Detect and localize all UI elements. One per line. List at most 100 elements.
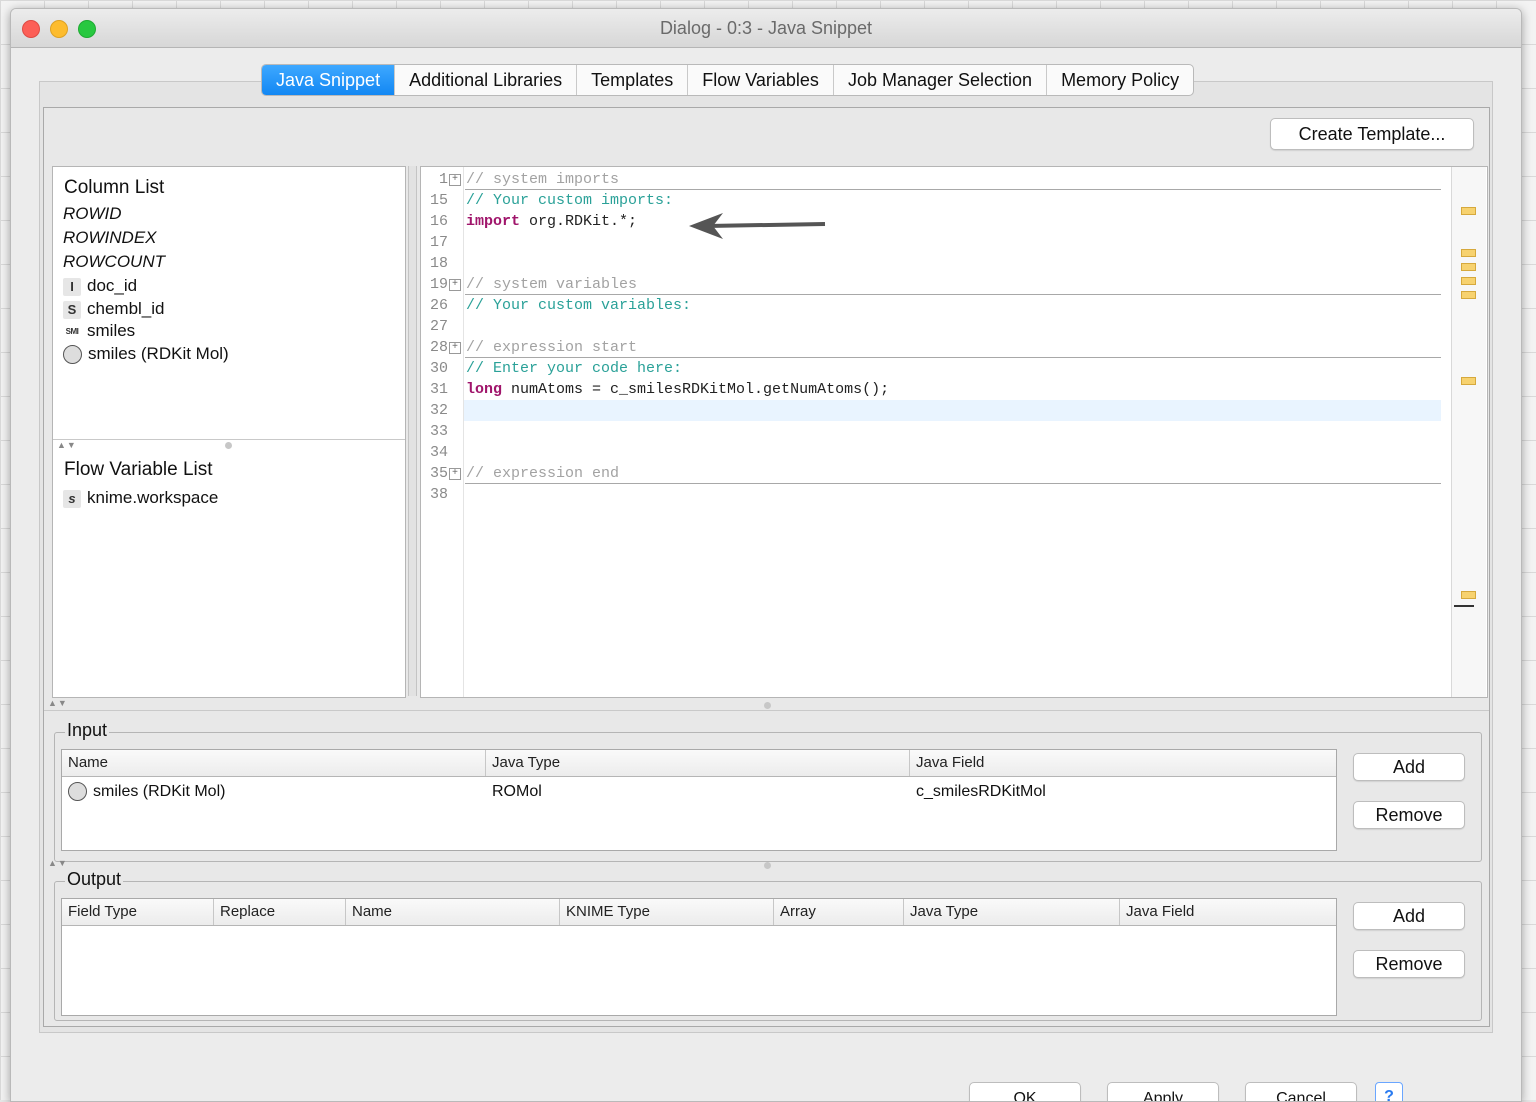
code-line[interactable]: 19 + // system variables — [421, 274, 1441, 295]
tab-java-snippet[interactable]: Java Snippet — [262, 65, 396, 95]
column-header-java-type[interactable]: Java Type — [904, 899, 1120, 925]
column-item-doc-id[interactable]: Idoc_id — [63, 275, 137, 297]
tab-additional-libraries[interactable]: Additional Libraries — [395, 65, 578, 95]
input-row-java-field[interactable]: c_smilesRDKitMol — [910, 780, 1046, 804]
overview-marker[interactable] — [1461, 207, 1476, 215]
code-line[interactable]: 32 — [421, 400, 1441, 421]
create-template-button[interactable]: Create Template... — [1270, 118, 1474, 150]
fold-toggle-icon[interactable]: + — [449, 468, 461, 480]
horizontal-split-handle[interactable]: ▲▼ — [44, 698, 1489, 711]
tab-bar: Java Snippet Additional Libraries Templa… — [261, 64, 1195, 96]
integer-type-icon: I — [63, 277, 81, 296]
flow-variable-item-knime-workspace[interactable]: s knime.workspace — [63, 487, 218, 509]
code-line[interactable]: 1 + // system imports — [421, 169, 1441, 190]
column-item-rowindex[interactable]: ROWINDEX — [63, 227, 157, 249]
code-text: import org.RDKit.*; — [466, 211, 637, 232]
code-text: // system imports — [466, 169, 619, 190]
code-keyword: long — [466, 381, 503, 398]
input-row-name: smiles (RDKit Mol) — [93, 783, 226, 800]
tab-templates[interactable]: Templates — [577, 65, 689, 95]
column-header-array[interactable]: Array — [774, 899, 904, 925]
fold-toggle-icon[interactable]: + — [449, 279, 461, 291]
line-number: 30 — [429, 360, 448, 377]
input-remove-button[interactable]: Remove — [1353, 801, 1465, 829]
fold-toggle-icon[interactable]: + — [449, 174, 461, 186]
lists-pane: Column List ROWID ROWINDEX ROWCOUNT Idoc… — [52, 166, 406, 698]
collapse-arrows-icon[interactable]: ▲▼ — [48, 858, 68, 868]
code-line[interactable]: 28 + // expression start — [421, 337, 1441, 358]
input-group: Input Name Java Type Java Field smiles (… — [54, 720, 1482, 862]
code-line[interactable]: 38 — [421, 484, 1441, 505]
code-line[interactable]: 18 — [421, 253, 1441, 274]
code-text: // system variables — [466, 274, 637, 295]
column-list-header: Column List — [64, 177, 165, 198]
overview-marker[interactable] — [1461, 277, 1476, 285]
input-table[interactable]: Name Java Type Java Field smiles (RDKit … — [61, 749, 1337, 851]
output-add-button[interactable]: Add — [1353, 902, 1465, 930]
overview-marker[interactable] — [1461, 591, 1476, 599]
column-header-name[interactable]: Name — [346, 899, 560, 925]
editor-split-area: Column List ROWID ROWINDEX ROWCOUNT Idoc… — [44, 162, 1489, 698]
vertical-split-handle[interactable] — [408, 166, 417, 696]
tab-flow-variables[interactable]: Flow Variables — [688, 65, 834, 95]
code-line[interactable]: 35 + // expression end — [421, 463, 1441, 484]
column-item-rowid[interactable]: ROWID — [63, 203, 122, 225]
code-line[interactable]: 27 — [421, 316, 1441, 337]
column-item-smiles[interactable]: SMI smiles — [63, 320, 136, 342]
flow-variable-label: knime.workspace — [87, 488, 219, 507]
code-line[interactable]: 17 — [421, 232, 1441, 253]
code-line[interactable]: 16 import org.RDKit.*; — [421, 211, 1441, 232]
overview-marker[interactable] — [1461, 291, 1476, 299]
ok-button[interactable]: OK — [969, 1082, 1081, 1101]
divider-grip-icon[interactable] — [764, 702, 771, 709]
line-number: 15 — [429, 192, 448, 209]
window-title: Dialog - 0:3 - Java Snippet — [659, 18, 873, 38]
input-table-header: Name Java Type Java Field — [62, 750, 1336, 777]
column-header-knime-type[interactable]: KNIME Type — [560, 899, 774, 925]
rdkit-mol-type-icon — [63, 345, 82, 365]
lists-divider[interactable] — [53, 439, 405, 440]
input-row-java-type[interactable]: ROMol — [486, 780, 542, 804]
editor-overview-ruler[interactable] — [1451, 167, 1486, 697]
output-table[interactable]: Field Type Replace Name KNIME Type Array… — [61, 898, 1337, 1016]
code-content: // expression start — [466, 339, 638, 356]
code-line[interactable]: 26 // Your custom variables: — [421, 295, 1441, 316]
column-header-java-field[interactable]: Java Field — [910, 750, 1336, 776]
divider-grip-icon[interactable] — [225, 442, 232, 449]
column-header-name[interactable]: Name — [62, 750, 486, 776]
column-item-chembl-id[interactable]: Schembl_id — [63, 298, 165, 320]
line-number: 38 — [429, 486, 448, 503]
column-item-smiles-rdkit-mol[interactable]: smiles (RDKit Mol) — [63, 343, 229, 365]
tab-job-manager-selection[interactable]: Job Manager Selection — [834, 65, 1048, 95]
code-line[interactable]: 15 // Your custom imports: — [421, 190, 1441, 211]
horizontal-split-handle[interactable]: ▲▼ — [44, 858, 1489, 870]
divider-grip-icon[interactable] — [764, 862, 771, 869]
overview-marker[interactable] — [1461, 249, 1476, 257]
code-line[interactable]: 34 — [421, 442, 1441, 463]
column-header-java-type[interactable]: Java Type — [486, 750, 910, 776]
code-line[interactable]: 30 // Enter your code here: — [421, 358, 1441, 379]
column-header-replace[interactable]: Replace — [214, 899, 346, 925]
column-item-rowcount[interactable]: ROWCOUNT — [63, 251, 165, 273]
fold-toggle-icon[interactable]: + — [449, 342, 461, 354]
apply-button[interactable]: Apply — [1107, 1082, 1219, 1101]
tab-memory-policy[interactable]: Memory Policy — [1047, 65, 1193, 95]
string-flow-variable-icon: s — [63, 489, 81, 508]
column-item-label: smiles (RDKit Mol) — [88, 344, 229, 363]
cancel-button[interactable]: Cancel — [1245, 1082, 1357, 1101]
code-line[interactable]: 33 — [421, 421, 1441, 442]
column-header-java-field[interactable]: Java Field — [1120, 899, 1336, 925]
code-line[interactable]: 31 long numAtoms = c_smilesRDKitMol.getNu… — [421, 379, 1441, 400]
code-editor[interactable]: 1 +// system imports 15// Your custom impo… — [420, 166, 1488, 698]
table-row-cell-name[interactable]: smiles (RDKit Mol) — [62, 780, 225, 804]
column-header-field-type[interactable]: Field Type — [62, 899, 214, 925]
column-item-label: doc_id — [87, 276, 138, 295]
code-content: numAtoms = c_smilesRDKitMol.getNumAtoms(… — [502, 381, 890, 398]
collapse-arrows-icon[interactable]: ▲▼ — [48, 698, 68, 708]
help-icon[interactable]: ? — [1375, 1082, 1403, 1101]
overview-marker[interactable] — [1461, 377, 1476, 385]
collapse-arrows-icon[interactable]: ▲▼ — [57, 440, 77, 450]
output-remove-button[interactable]: Remove — [1353, 950, 1465, 978]
input-add-button[interactable]: Add — [1353, 753, 1465, 781]
overview-marker[interactable] — [1461, 263, 1476, 271]
